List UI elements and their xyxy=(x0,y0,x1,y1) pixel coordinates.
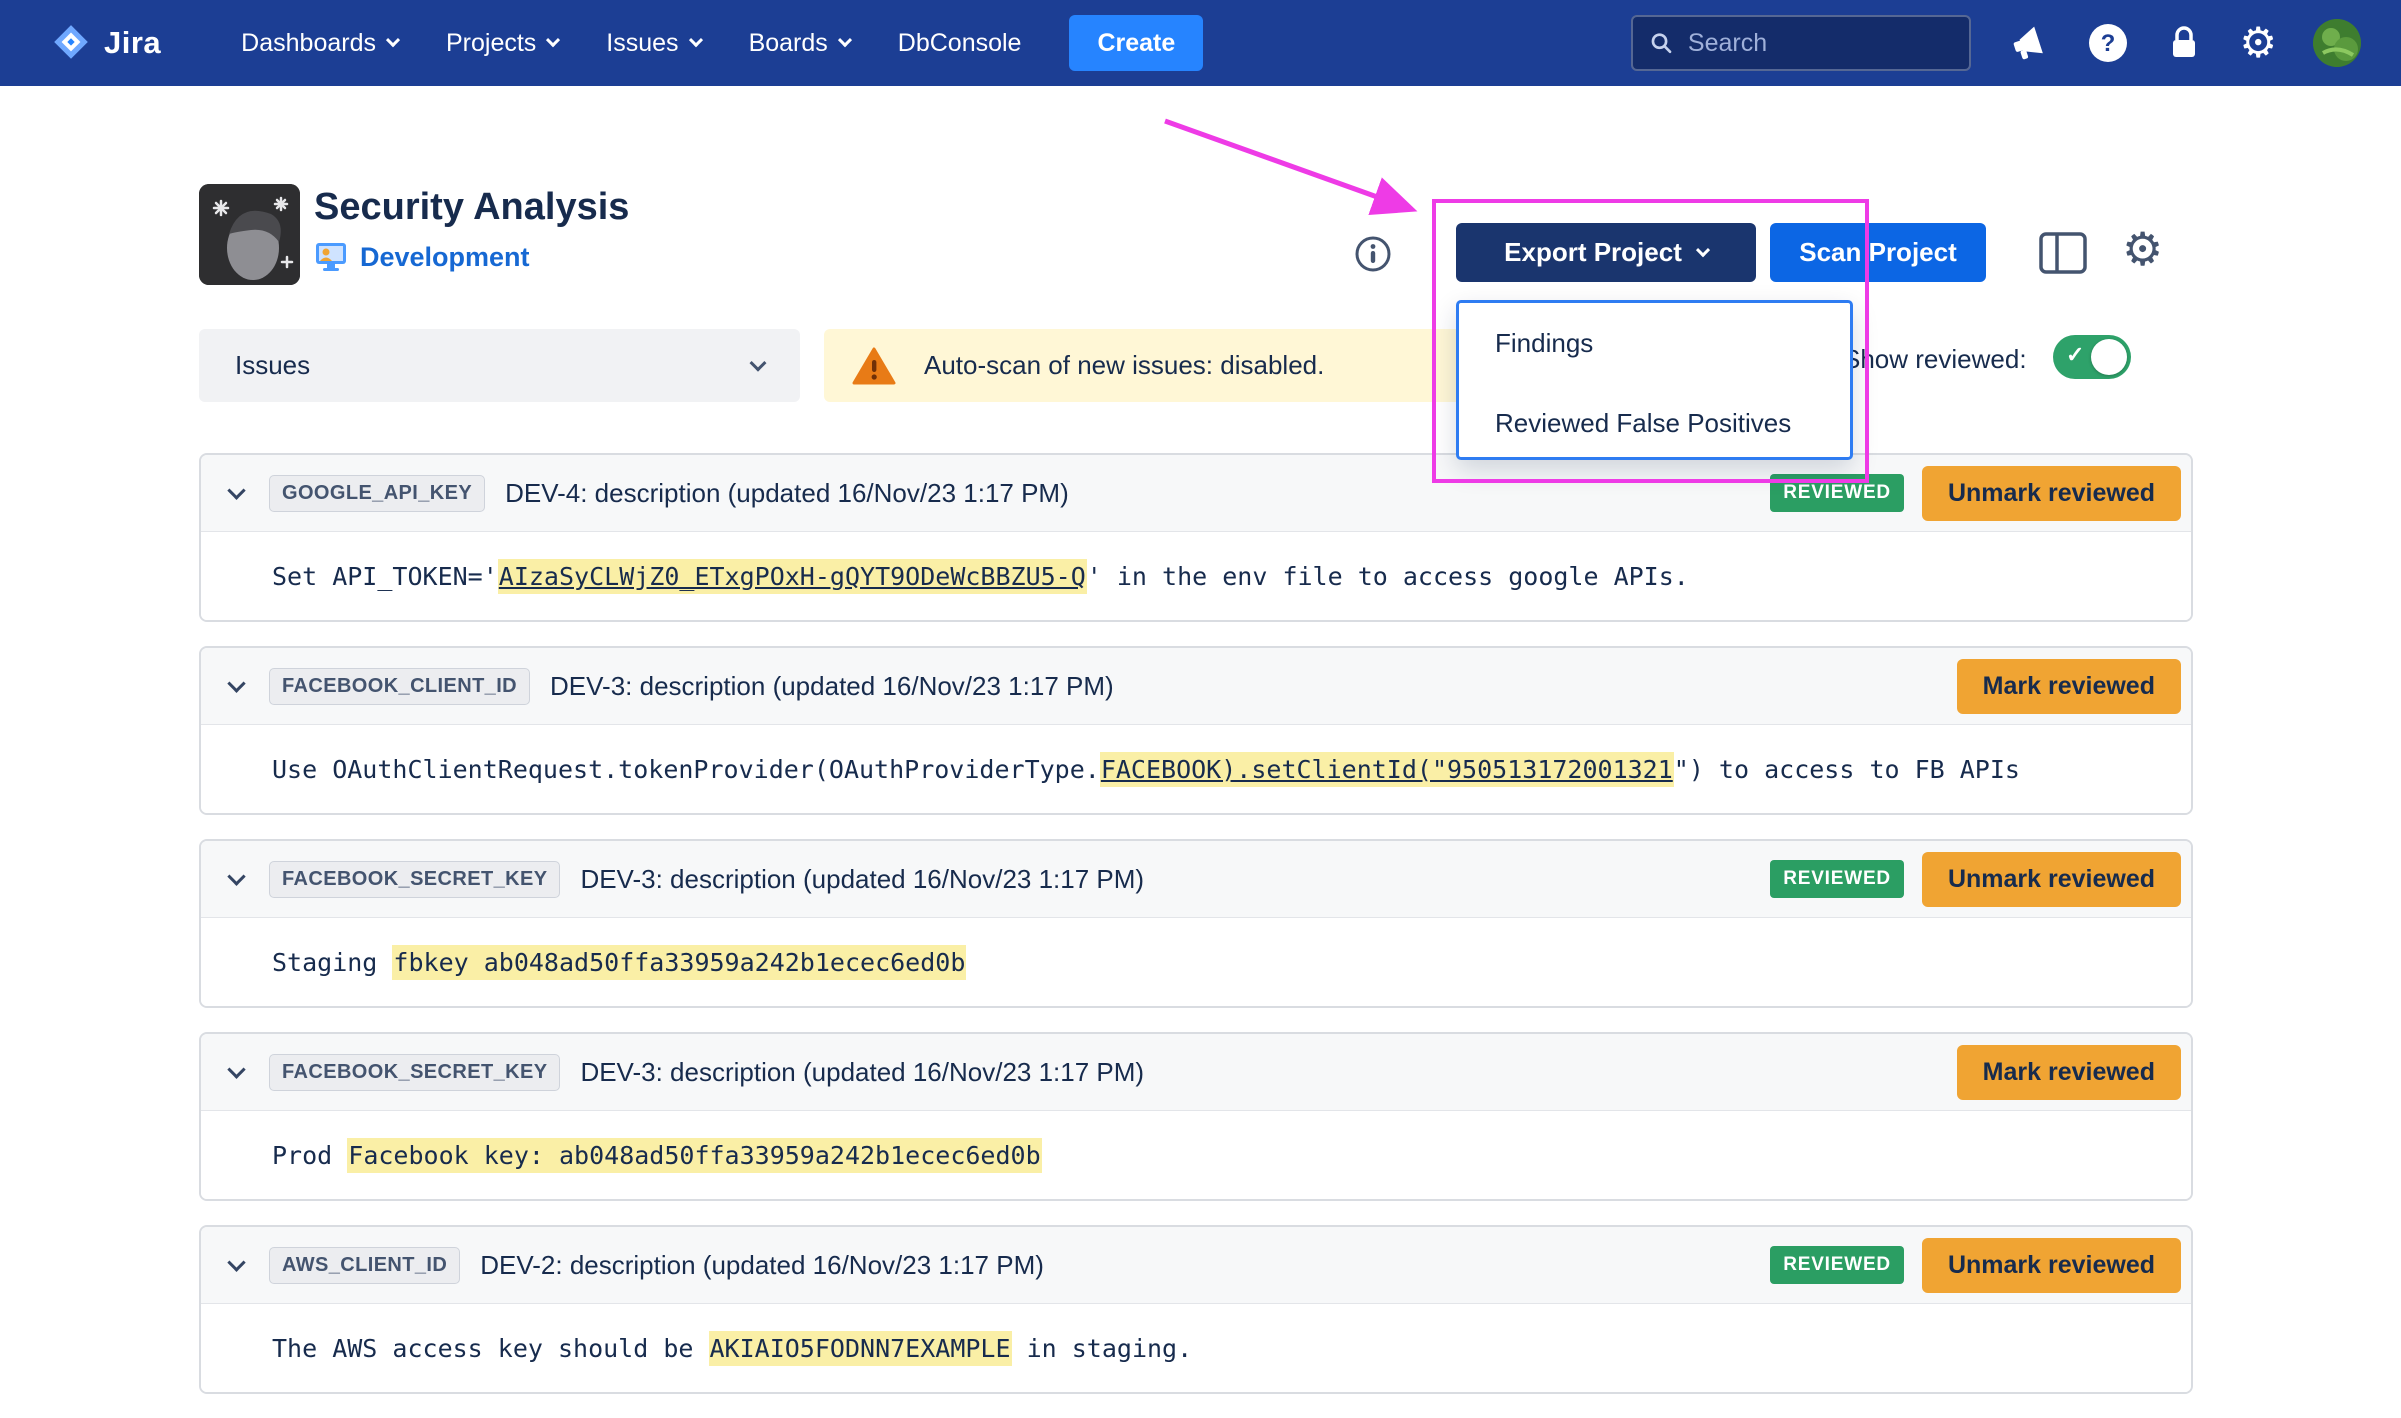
issue-card: FACEBOOK_SECRET_KEY DEV-3: description (… xyxy=(199,1032,2193,1201)
issue-description: Use OAuthClientRequest.tokenProvider(OAu… xyxy=(201,725,2191,813)
menu-item-reviewed-false-positives[interactable]: Reviewed False Positives xyxy=(1459,383,1850,460)
reviewed-status-badge: REVIEWED xyxy=(1770,860,1904,898)
issue-card: FACEBOOK_SECRET_KEY DEV-3: description (… xyxy=(199,839,2193,1008)
secret-type-badge: FACEBOOK_CLIENT_ID xyxy=(269,668,530,705)
nav-dbconsole[interactable]: DbConsole xyxy=(898,29,1022,58)
issue-card: AWS_CLIENT_ID DEV-2: description (update… xyxy=(199,1225,2193,1394)
top-nav: Jira Dashboards Projects Issues Boards D… xyxy=(0,0,2401,86)
main-content: Security Analysis Development Export Pro… xyxy=(0,86,2401,1384)
review-toggle-button[interactable]: Unmark reviewed xyxy=(1922,1238,2181,1293)
collapse-chevron-icon[interactable] xyxy=(227,674,245,692)
project-link[interactable]: Development xyxy=(360,242,530,273)
issue-card-header[interactable]: GOOGLE_API_KEY DEV-4: description (updat… xyxy=(201,455,2191,532)
review-toggle-button[interactable]: Unmark reviewed xyxy=(1922,852,2181,907)
review-toggle-button[interactable]: Unmark reviewed xyxy=(1922,466,2181,521)
issue-description-text: The AWS access key should be AKIAIO5FODN… xyxy=(272,1334,1192,1363)
issue-title: DEV-4: description (updated 16/Nov/23 1:… xyxy=(505,478,1069,509)
info-icon[interactable] xyxy=(1354,235,1392,278)
chevron-down-icon xyxy=(750,354,767,371)
user-avatar[interactable] xyxy=(2313,19,2361,67)
issue-description-text: Set API_TOKEN='AIzaSyCLWjZ0_ETxgPOxH-gQY… xyxy=(272,562,1689,591)
help-icon[interactable]: ? xyxy=(2087,22,2129,64)
nav-dashboards[interactable]: Dashboards xyxy=(241,29,398,58)
secret-type-badge: FACEBOOK_SECRET_KEY xyxy=(269,861,560,898)
issue-card-header[interactable]: FACEBOOK_SECRET_KEY DEV-3: description (… xyxy=(201,1034,2191,1111)
issue-title: DEV-3: description (updated 16/Nov/23 1:… xyxy=(580,864,1144,895)
nav-projects[interactable]: Projects xyxy=(446,29,558,58)
details-panel-icon[interactable] xyxy=(2038,231,2088,280)
collapse-chevron-icon[interactable] xyxy=(227,1060,245,1078)
issue-list: GOOGLE_API_KEY DEV-4: description (updat… xyxy=(199,453,2193,1418)
warning-icon xyxy=(852,346,896,386)
reviewed-status-badge: REVIEWED xyxy=(1770,1246,1904,1284)
secret-type-badge: AWS_CLIENT_ID xyxy=(269,1247,460,1284)
search-box[interactable] xyxy=(1631,15,1971,71)
chevron-down-icon xyxy=(1696,243,1710,257)
secret-type-badge: FACEBOOK_SECRET_KEY xyxy=(269,1054,560,1091)
announcements-icon[interactable] xyxy=(2007,23,2051,63)
menu-item-findings[interactable]: Findings xyxy=(1459,303,1850,383)
search-icon xyxy=(1649,29,1674,57)
nav-boards[interactable]: Boards xyxy=(749,29,850,58)
secret-type-badge: GOOGLE_API_KEY xyxy=(269,475,485,512)
collapse-chevron-icon[interactable] xyxy=(227,1253,245,1271)
jira-logo-icon xyxy=(50,22,92,64)
issues-filter-select[interactable]: Issues xyxy=(199,329,800,402)
issue-description-text: Prod Facebook key: ab048ad50ffa33959a242… xyxy=(272,1141,1042,1170)
issue-card-header[interactable]: FACEBOOK_SECRET_KEY DEV-3: description (… xyxy=(201,841,2191,918)
issue-description-text: Use OAuthClientRequest.tokenProvider(OAu… xyxy=(272,755,2020,784)
issue-title: DEV-2: description (updated 16/Nov/23 1:… xyxy=(480,1250,1044,1281)
chevron-down-icon xyxy=(688,33,702,47)
warning-text: Auto-scan of new issues: disabled. xyxy=(924,350,1324,381)
chevron-down-icon xyxy=(838,33,852,47)
search-input[interactable] xyxy=(1686,28,1953,59)
review-toggle-button[interactable]: Mark reviewed xyxy=(1957,659,2181,714)
page-settings-gear-icon[interactable]: ⚙ xyxy=(2122,226,2163,272)
project-type-icon xyxy=(314,241,348,273)
export-dropdown-menu: Findings Reviewed False Positives xyxy=(1456,300,1853,460)
export-project-button[interactable]: Export Project xyxy=(1456,223,1756,282)
issue-description: The AWS access key should be AKIAIO5FODN… xyxy=(201,1304,2191,1392)
collapse-chevron-icon[interactable] xyxy=(227,867,245,885)
issue-title: DEV-3: description (updated 16/Nov/23 1:… xyxy=(580,1057,1144,1088)
project-link-row[interactable]: Development xyxy=(314,241,629,273)
show-reviewed-toggle[interactable]: ✓ xyxy=(2053,335,2131,379)
issue-title: DEV-3: description (updated 16/Nov/23 1:… xyxy=(550,671,1114,702)
project-avatar xyxy=(199,184,300,285)
scan-project-button[interactable]: Scan Project xyxy=(1770,223,1986,282)
jira-logo[interactable]: Jira xyxy=(50,22,161,64)
page-title: Security Analysis xyxy=(314,186,629,229)
toggle-knob xyxy=(2091,339,2127,375)
collapse-chevron-icon[interactable] xyxy=(227,481,245,499)
brand-name: Jira xyxy=(104,25,161,61)
nav-issues[interactable]: Issues xyxy=(606,29,700,58)
settings-gear-icon[interactable]: ⚙ xyxy=(2239,22,2277,64)
review-toggle-button[interactable]: Mark reviewed xyxy=(1957,1045,2181,1100)
chevron-down-icon xyxy=(386,33,400,47)
show-reviewed-label: Show reviewed: xyxy=(1843,344,2027,375)
issue-description: Set API_TOKEN='AIzaSyCLWjZ0_ETxgPOxH-gQY… xyxy=(201,532,2191,620)
lock-icon[interactable] xyxy=(2165,23,2203,63)
check-icon: ✓ xyxy=(2066,342,2084,368)
svg-text:?: ? xyxy=(2101,30,2116,57)
reviewed-status-badge: REVIEWED xyxy=(1770,474,1904,512)
issue-card-header[interactable]: FACEBOOK_CLIENT_ID DEV-3: description (u… xyxy=(201,648,2191,725)
issue-card-header[interactable]: AWS_CLIENT_ID DEV-2: description (update… xyxy=(201,1227,2191,1304)
issue-description: Prod Facebook key: ab048ad50ffa33959a242… xyxy=(201,1111,2191,1199)
issue-card: FACEBOOK_CLIENT_ID DEV-3: description (u… xyxy=(199,646,2193,815)
issue-description: Staging fbkey ab048ad50ffa33959a242b1ece… xyxy=(201,918,2191,1006)
issue-card: GOOGLE_API_KEY DEV-4: description (updat… xyxy=(199,453,2193,622)
create-button[interactable]: Create xyxy=(1069,15,1203,71)
chevron-down-icon xyxy=(546,33,560,47)
issue-description-text: Staging fbkey ab048ad50ffa33959a242b1ece… xyxy=(272,948,966,977)
